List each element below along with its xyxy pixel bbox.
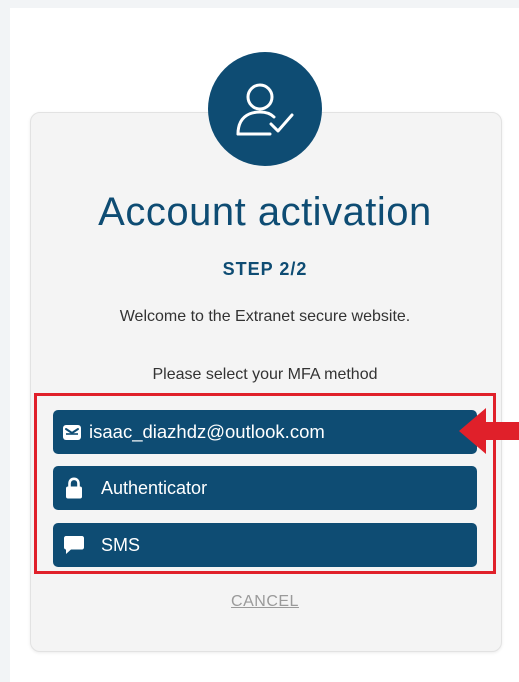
mfa-email-label: isaac_diazhdz@outlook.com [89, 421, 325, 442]
lock-icon [63, 477, 85, 499]
mfa-authenticator-label: Authenticator [101, 477, 208, 498]
mfa-authenticator-button[interactable]: Authenticator [53, 466, 477, 510]
mfa-prompt: Please select your MFA method [152, 366, 378, 383]
envelope-icon [61, 421, 83, 443]
mfa-sms-label: SMS [101, 534, 141, 555]
annotation-arrow-icon [459, 408, 519, 454]
welcome-text: Welcome to the Extranet secure website. [119, 308, 411, 325]
mfa-email-button[interactable]: isaac_diazhdz@outlook.com [53, 410, 477, 454]
page-title: Account activation [98, 190, 432, 234]
cancel-link[interactable]: CANCEL [30, 593, 500, 611]
avatar [208, 52, 322, 166]
step-indicator: STEP 2/2 [222, 259, 308, 279]
mfa-sms-button[interactable]: SMS [53, 523, 477, 567]
user-check-icon [236, 83, 294, 136]
chat-bubble-icon [63, 534, 85, 556]
